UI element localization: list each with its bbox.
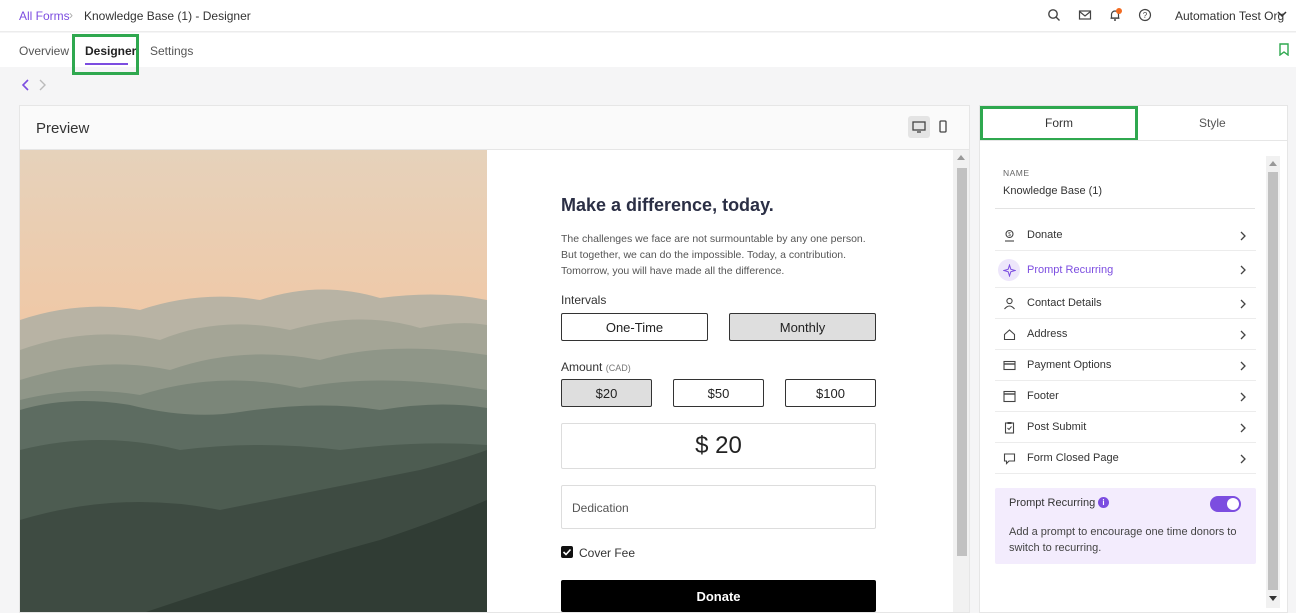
monitor-icon	[912, 121, 926, 133]
amount-label-text: Amount	[561, 360, 603, 374]
hero-landscape-image	[20, 150, 487, 612]
prompt-recurring-toggle[interactable]	[1210, 496, 1241, 512]
menu-item-label: Footer	[1027, 390, 1059, 402]
scroll-up-icon[interactable]	[957, 155, 965, 160]
tab-overview[interactable]: Overview	[19, 44, 69, 58]
prompt-recurring-title: Prompt Recurring	[1009, 497, 1096, 509]
donate-button[interactable]: Donate	[561, 580, 876, 612]
form-description: The challenges we face are not surmounta…	[561, 233, 866, 277]
info-icon[interactable]: i	[1098, 497, 1109, 508]
toggle-knob	[1227, 498, 1239, 510]
amount-20-button[interactable]: $20	[561, 379, 652, 407]
prompt-recurring-card: Prompt Recurring i Add a prompt to encou…	[995, 488, 1256, 564]
svg-text:$: $	[1008, 232, 1011, 238]
menu-item-label: Post Submit	[1027, 421, 1087, 433]
bookmark-icon[interactable]	[1279, 43, 1289, 56]
menu-item-post-submit[interactable]: Post Submit	[995, 412, 1256, 443]
breadcrumb-all-forms[interactable]: All Forms	[19, 9, 70, 23]
menu-item-prompt-recurring[interactable]: Prompt Recurring	[995, 251, 1256, 288]
amount-100-button[interactable]: $100	[785, 379, 876, 407]
preview-title: Preview	[36, 120, 90, 137]
preview-scroll-thumb[interactable]	[957, 168, 967, 556]
person-icon	[1004, 297, 1015, 310]
chat-icon	[1003, 453, 1016, 465]
name-divider	[995, 208, 1255, 209]
breadcrumb-separator-icon: ›	[69, 8, 73, 22]
scroll-down-icon[interactable]	[1269, 596, 1277, 601]
preview-header: Preview	[20, 106, 969, 150]
menu-item-label: Donate	[1027, 229, 1063, 241]
preview-panel: Preview Make a difference, today. The ch…	[19, 105, 970, 613]
amount-label: Amount (CAD)	[561, 360, 631, 374]
page-tabs: Overview Designer Settings	[0, 33, 1296, 75]
menu-item-label: Form Closed Page	[1027, 452, 1119, 464]
intervals-label: Intervals	[561, 293, 607, 307]
svg-text:?: ?	[1143, 11, 1148, 20]
cover-fee-label: Cover Fee	[579, 546, 636, 560]
menu-item-label: Address	[1027, 328, 1068, 340]
tab-style[interactable]: Style	[1199, 116, 1226, 130]
help-icon[interactable]: ?	[1138, 8, 1152, 22]
form-name-value[interactable]: Knowledge Base (1)	[1003, 185, 1102, 197]
scroll-up-icon[interactable]	[1269, 161, 1277, 166]
mail-icon[interactable]	[1078, 8, 1092, 22]
preview-scrollbar[interactable]	[953, 150, 969, 612]
chevron-right-icon	[1240, 392, 1246, 402]
designer-highlight-box	[72, 34, 139, 75]
history-nav	[21, 79, 46, 91]
forward-arrow-icon[interactable]	[39, 79, 46, 91]
chevron-down-icon[interactable]	[1276, 8, 1288, 20]
tabs-divider	[980, 140, 1287, 141]
back-arrow-icon[interactable]	[21, 79, 29, 91]
menu-item-donate[interactable]: $ Donate	[995, 220, 1256, 251]
breadcrumb-current: Knowledge Base (1) - Designer	[84, 9, 251, 23]
desktop-view-button[interactable]	[908, 116, 930, 138]
tab-settings[interactable]: Settings	[150, 44, 193, 58]
chevron-right-icon	[1240, 361, 1246, 371]
mobile-view-button[interactable]	[932, 116, 954, 138]
notification-badge	[1116, 8, 1122, 14]
settings-scroll-thumb[interactable]	[1268, 172, 1278, 590]
menu-item-address[interactable]: Address	[995, 319, 1256, 350]
window-icon	[1003, 390, 1016, 403]
menu-item-footer[interactable]: Footer	[995, 381, 1256, 412]
amount-50-button[interactable]: $50	[673, 379, 764, 407]
menu-item-label: Prompt Recurring	[1027, 264, 1114, 276]
menu-item-contact-details[interactable]: Contact Details	[995, 288, 1256, 319]
chevron-right-icon	[1240, 299, 1246, 309]
settings-panel: Form Style NAME Knowledge Base (1) $ Don…	[979, 105, 1288, 613]
chevron-right-icon	[1240, 231, 1246, 241]
chevron-right-icon	[1240, 454, 1246, 464]
interval-one-time-button[interactable]: One-Time	[561, 313, 708, 341]
chevron-right-icon	[1240, 423, 1246, 433]
form-tab-highlight-box	[980, 106, 1138, 141]
home-icon	[1003, 329, 1016, 341]
currency-label: (CAD)	[605, 363, 631, 373]
cover-fee-checkbox[interactable]	[561, 546, 573, 558]
card-icon	[1003, 360, 1016, 371]
sparkle-icon	[1003, 264, 1016, 277]
menu-item-payment-options[interactable]: Payment Options	[995, 350, 1256, 381]
menu-item-form-closed-page[interactable]: Form Closed Page	[995, 443, 1256, 474]
org-selector[interactable]: Automation Test Org	[1175, 9, 1284, 23]
menu-item-label: Payment Options	[1027, 359, 1112, 371]
amount-input[interactable]: $ 20	[561, 423, 876, 469]
phone-icon	[939, 120, 947, 133]
dedication-input[interactable]: Dedication	[561, 485, 876, 529]
checkmark-icon	[562, 548, 572, 556]
chevron-right-icon	[1240, 265, 1246, 275]
form-heading: Make a difference, today.	[561, 195, 774, 215]
menu-item-label: Contact Details	[1027, 297, 1102, 309]
chevron-right-icon	[1240, 330, 1246, 340]
search-icon[interactable]	[1047, 8, 1061, 22]
settings-scrollbar[interactable]	[1266, 156, 1280, 608]
prompt-recurring-description: Add a prompt to encourage one time donor…	[1009, 526, 1237, 554]
name-label: NAME	[1003, 168, 1030, 178]
donation-form: Make a difference, today. The challenges…	[487, 150, 952, 612]
donate-icon: $	[1005, 229, 1014, 242]
clipboard-icon	[1004, 422, 1015, 434]
interval-monthly-button[interactable]: Monthly	[729, 313, 876, 341]
top-bar: All Forms › Knowledge Base (1) - Designe…	[0, 0, 1296, 32]
